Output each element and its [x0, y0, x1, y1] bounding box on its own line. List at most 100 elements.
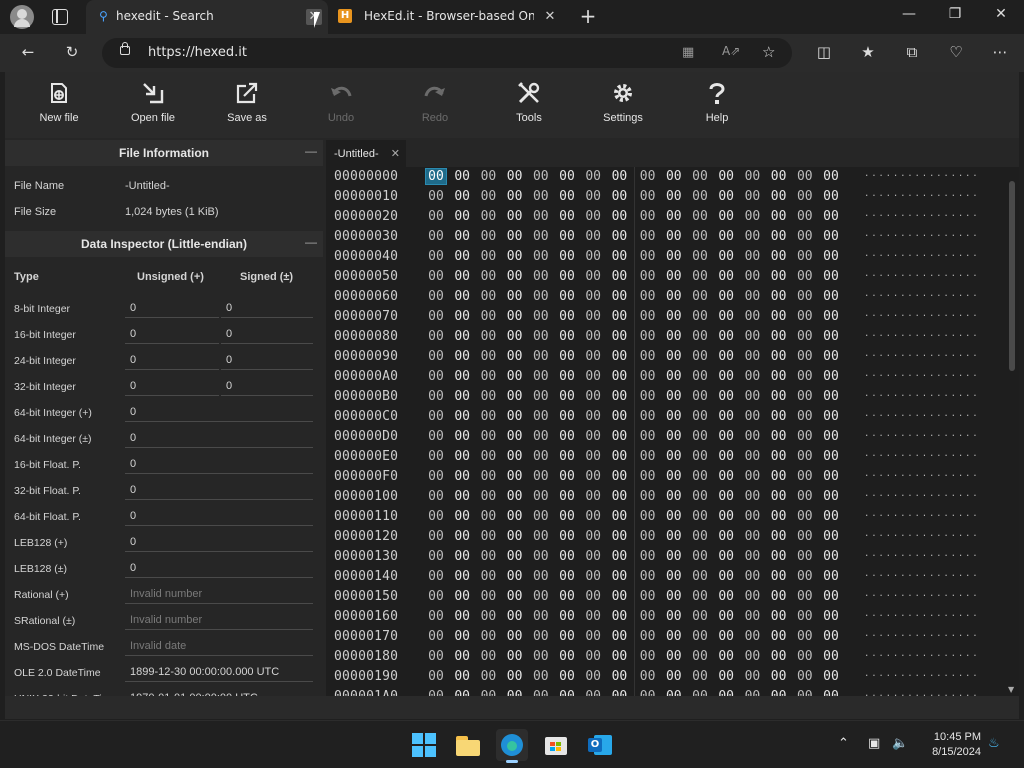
hex-byte[interactable]: 00 — [742, 189, 762, 204]
ascii-column[interactable]: ................ — [864, 309, 980, 319]
hex-byte[interactable]: 00 — [716, 649, 736, 664]
hex-byte[interactable]: 00 — [821, 249, 841, 264]
back-button[interactable]: ← — [18, 43, 38, 63]
hex-byte[interactable]: 00 — [426, 209, 446, 224]
hex-byte[interactable]: 00 — [742, 649, 762, 664]
ascii-column[interactable]: ................ — [864, 409, 980, 419]
hex-byte[interactable]: 00 — [638, 449, 658, 464]
ascii-column[interactable]: ................ — [864, 249, 980, 259]
hex-byte[interactable]: 00 — [795, 569, 815, 584]
hex-byte[interactable]: 00 — [690, 689, 710, 696]
hex-byte[interactable]: 00 — [478, 169, 498, 184]
hex-byte[interactable]: 00 — [478, 469, 498, 484]
hex-byte[interactable]: 00 — [609, 229, 629, 244]
hex-byte[interactable]: 00 — [583, 529, 603, 544]
hex-byte[interactable]: 00 — [557, 429, 577, 444]
hex-byte[interactable]: 00 — [452, 509, 472, 524]
save-as-button[interactable]: Save as — [207, 80, 287, 132]
file-explorer-icon[interactable] — [452, 729, 484, 761]
hex-byte[interactable]: 00 — [690, 609, 710, 624]
hex-byte[interactable]: 00 — [452, 369, 472, 384]
hex-byte[interactable]: 00 — [557, 269, 577, 284]
ascii-column[interactable]: ................ — [864, 349, 980, 359]
hex-byte[interactable]: 00 — [821, 389, 841, 404]
ascii-column[interactable]: ................ — [864, 449, 980, 459]
hex-byte[interactable]: 00 — [452, 189, 472, 204]
hex-byte[interactable]: 00 — [769, 509, 789, 524]
file-information-header[interactable]: File Information — — [5, 140, 323, 166]
hex-byte[interactable]: 00 — [716, 389, 736, 404]
hex-byte[interactable]: 00 — [795, 369, 815, 384]
hex-byte[interactable]: 00 — [609, 349, 629, 364]
settings-button[interactable]: Settings — [583, 80, 663, 132]
hex-byte[interactable]: 00 — [769, 549, 789, 564]
hex-byte[interactable]: 00 — [531, 549, 551, 564]
hex-byte[interactable]: 00 — [557, 689, 577, 696]
hex-byte[interactable]: 00 — [769, 169, 789, 184]
hex-byte[interactable]: 00 — [664, 489, 684, 504]
ascii-column[interactable]: ................ — [864, 609, 980, 619]
hex-byte[interactable]: 00 — [452, 549, 472, 564]
hex-byte[interactable]: 00 — [664, 569, 684, 584]
hex-byte[interactable]: 00 — [742, 309, 762, 324]
tools-button[interactable]: Tools — [489, 80, 569, 132]
ascii-column[interactable]: ................ — [864, 669, 980, 679]
hex-byte[interactable]: 00 — [638, 689, 658, 696]
hex-byte[interactable]: 00 — [664, 589, 684, 604]
hex-byte[interactable]: 00 — [583, 609, 603, 624]
hex-byte[interactable]: 00 — [609, 669, 629, 684]
hex-byte[interactable]: 00 — [452, 469, 472, 484]
hex-byte[interactable]: 00 — [821, 469, 841, 484]
hex-byte[interactable]: 00 — [690, 389, 710, 404]
hex-byte[interactable]: 00 — [795, 309, 815, 324]
hex-byte[interactable]: 00 — [505, 349, 525, 364]
hex-byte[interactable]: 00 — [664, 669, 684, 684]
hex-byte[interactable]: 00 — [505, 269, 525, 284]
hex-byte[interactable]: 00 — [426, 629, 446, 644]
chevron-up-icon[interactable]: ⌃ — [838, 736, 849, 751]
hex-byte[interactable]: 00 — [638, 389, 658, 404]
hex-byte[interactable]: 00 — [609, 369, 629, 384]
hex-byte[interactable]: 00 — [557, 609, 577, 624]
hex-byte[interactable]: 00 — [583, 309, 603, 324]
hex-byte[interactable]: 00 — [769, 269, 789, 284]
hex-byte[interactable]: 00 — [690, 229, 710, 244]
hex-byte[interactable]: 00 — [531, 689, 551, 696]
hex-byte[interactable]: 00 — [557, 449, 577, 464]
hex-byte[interactable]: 00 — [821, 209, 841, 224]
hex-byte[interactable]: 00 — [664, 469, 684, 484]
refresh-button[interactable]: ↻ — [62, 43, 82, 63]
hex-byte[interactable]: 00 — [742, 429, 762, 444]
hex-byte[interactable]: 00 — [769, 529, 789, 544]
collapse-icon[interactable]: — — [305, 144, 317, 158]
hex-byte[interactable]: 00 — [583, 569, 603, 584]
hex-byte[interactable]: 00 — [531, 189, 551, 204]
hex-byte[interactable]: 00 — [609, 609, 629, 624]
hex-byte[interactable]: 00 — [557, 289, 577, 304]
hex-byte[interactable]: 00 — [664, 509, 684, 524]
hex-byte[interactable]: 00 — [795, 669, 815, 684]
hex-byte[interactable]: 00 — [426, 249, 446, 264]
hex-byte[interactable]: 00 — [505, 229, 525, 244]
hex-byte[interactable]: 00 — [795, 469, 815, 484]
hex-byte[interactable]: 00 — [452, 629, 472, 644]
hex-byte[interactable]: 00 — [531, 289, 551, 304]
hex-byte[interactable]: 00 — [452, 669, 472, 684]
hex-byte[interactable]: 00 — [638, 269, 658, 284]
hex-byte[interactable]: 00 — [821, 649, 841, 664]
ascii-column[interactable]: ................ — [864, 689, 980, 696]
signed-value-field[interactable]: 0 — [221, 376, 313, 396]
hex-byte[interactable]: 00 — [795, 329, 815, 344]
hex-byte[interactable]: 00 — [531, 449, 551, 464]
app-available-icon[interactable]: ▦ — [682, 45, 694, 60]
hex-byte[interactable]: 00 — [742, 229, 762, 244]
hex-byte[interactable]: 00 — [742, 589, 762, 604]
hex-byte[interactable]: 00 — [690, 429, 710, 444]
hex-byte[interactable]: 00 — [638, 189, 658, 204]
value-field[interactable]: 0 — [125, 532, 313, 552]
hex-byte[interactable]: 00 — [716, 409, 736, 424]
hex-byte[interactable]: 00 — [426, 529, 446, 544]
hex-byte[interactable]: 00 — [557, 189, 577, 204]
hex-byte[interactable]: 00 — [505, 569, 525, 584]
hex-byte[interactable]: 00 — [795, 509, 815, 524]
